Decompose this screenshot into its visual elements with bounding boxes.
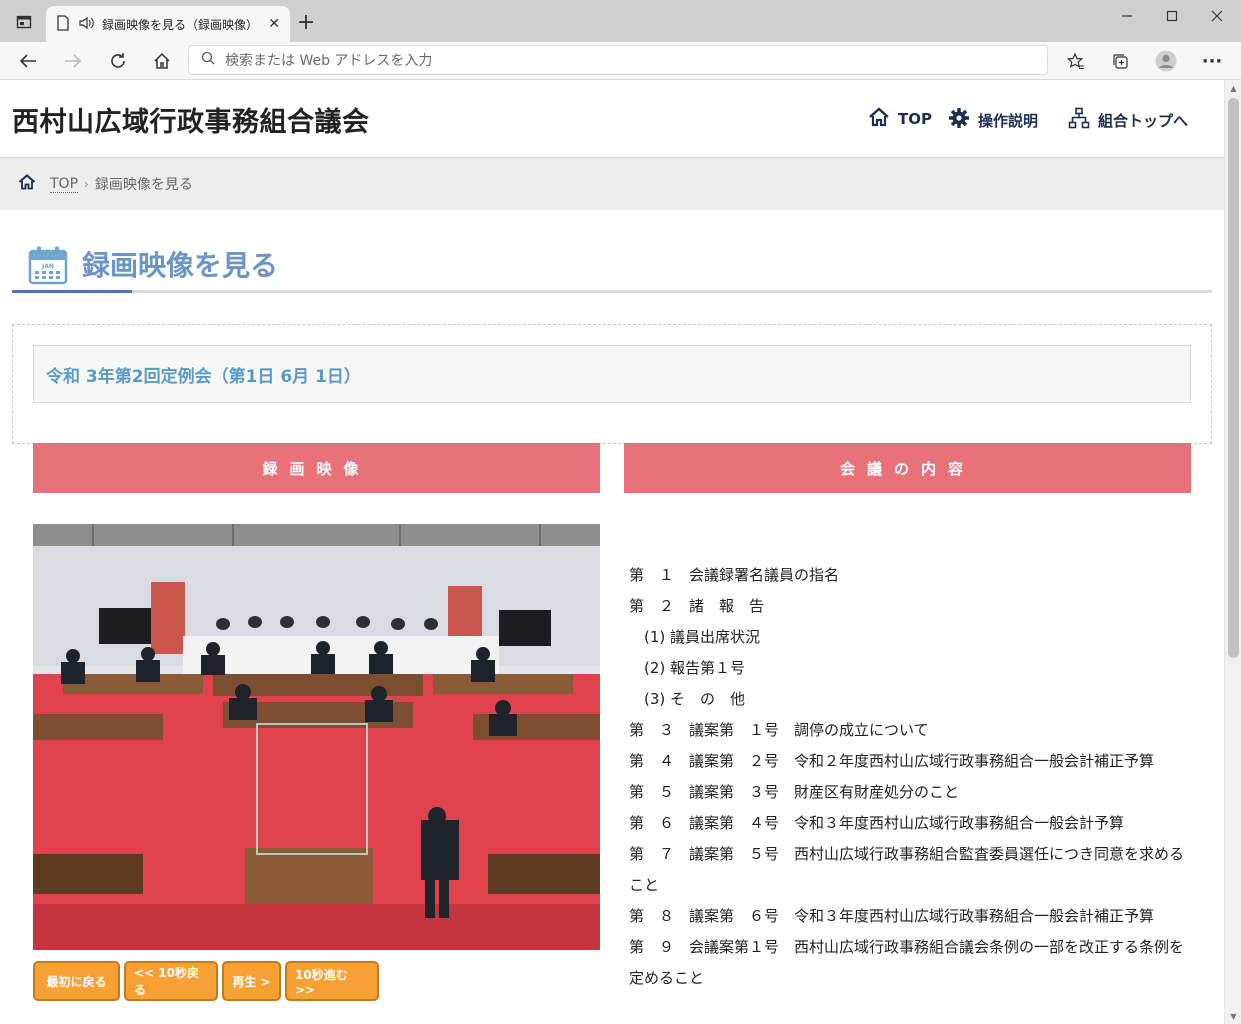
- agenda-item[interactable]: 第 ８ 議案第 ６号 令和３年度西村山広域行政事務組合一般会計補正予算: [629, 901, 1189, 932]
- page-file-icon: [56, 14, 70, 34]
- agenda-item[interactable]: 第 ２ 諸 報 告: [629, 591, 1189, 622]
- forward-arrow-icon[interactable]: [61, 50, 85, 72]
- gear-icon: [948, 107, 970, 133]
- scroll-down-icon[interactable]: ▼: [1225, 1008, 1241, 1024]
- back-10s-button[interactable]: << 10秒戻る: [124, 961, 218, 1001]
- agenda-item[interactable]: (3) そ の 他: [629, 684, 1189, 715]
- sitemap-icon: [1068, 107, 1090, 133]
- nav-top-label: TOP: [898, 110, 932, 128]
- breadcrumb-separator-icon: ›: [84, 177, 89, 191]
- site-title: 西村山広域行政事務組合議会: [12, 107, 370, 138]
- vertical-scrollbar[interactable]: ▲ ▼: [1224, 80, 1241, 1024]
- maximize-icon[interactable]: [1160, 6, 1184, 26]
- agenda-item[interactable]: 第 １ 会議録署名議員の指名: [629, 560, 1189, 591]
- web-page: 西村山広域行政事務組合議会 TOP 操作説明 組合トップへ TOP › 録画映像…: [0, 80, 1224, 1024]
- breadcrumb-top-link[interactable]: TOP: [50, 176, 79, 193]
- breadcrumb: TOP › 録画映像を見る: [0, 158, 1224, 210]
- scroll-up-icon[interactable]: ▲: [1225, 80, 1241, 96]
- nav-union-top-link[interactable]: 組合トップへ: [1068, 107, 1188, 133]
- home-icon[interactable]: [150, 50, 174, 72]
- assembly-hall-video-frame: [33, 524, 600, 950]
- favorites-star-icon[interactable]: [1064, 50, 1088, 72]
- minimize-icon[interactable]: [1115, 6, 1139, 26]
- heading-underline-accent: [12, 290, 132, 293]
- nav-help-link[interactable]: 操作説明: [948, 107, 1038, 133]
- video-section-header: 録画映像: [33, 443, 600, 493]
- forward-10s-button[interactable]: 10秒進む >>: [285, 961, 379, 1001]
- meeting-box: 令和 3年第2回定例会（第1日 6月 1日）: [12, 324, 1212, 444]
- meeting-title: 令和 3年第2回定例会（第1日 6月 1日）: [33, 345, 1191, 403]
- home-icon: [868, 107, 890, 131]
- browser-toolbar: 検索または Web アドレスを入力 ···: [0, 42, 1241, 80]
- calendar-label: JAN: [41, 263, 54, 270]
- nav-union-top-label: 組合トップへ: [1098, 111, 1189, 130]
- play-button[interactable]: 再生 >: [222, 961, 281, 1001]
- page-heading: JAN 録画映像を見る: [12, 236, 1212, 296]
- tab-actions-icon[interactable]: [14, 12, 34, 32]
- agenda-item[interactable]: 第 ４ 議案第 ２号 令和２年度西村山広域行政事務組合一般会計補正予算: [629, 746, 1189, 777]
- address-placeholder: 検索または Web アドレスを入力: [225, 53, 433, 69]
- nav-help-label: 操作説明: [978, 111, 1039, 130]
- video-player[interactable]: [33, 524, 600, 950]
- agenda-list: 第 １ 会議録署名議員の指名 第 ２ 諸 報 告 (1) 議員出席状況 (2) …: [629, 560, 1189, 994]
- back-arrow-icon[interactable]: [16, 50, 40, 72]
- new-tab-icon[interactable]: +: [296, 10, 316, 35]
- breadcrumb-current: 録画映像を見る: [94, 177, 193, 193]
- collections-icon[interactable]: [1108, 50, 1132, 72]
- close-tab-icon[interactable]: ✕: [268, 16, 280, 32]
- agenda-item[interactable]: 第 ５ 議案第 ３号 財産区有財産処分のこと: [629, 777, 1189, 808]
- nav-top-link[interactable]: TOP: [868, 107, 932, 131]
- restart-button[interactable]: 最初に戻る: [33, 961, 120, 1001]
- heading-underline: [12, 290, 1212, 293]
- tab-title: 録画映像を見る（録画映像）: [102, 17, 259, 32]
- agenda-item[interactable]: (1) 議員出席状況: [629, 622, 1189, 653]
- page-title: 録画映像を見る: [82, 249, 279, 282]
- agenda-item[interactable]: 第 ６ 議案第 ４号 令和３年度西村山広域行政事務組合一般会計予算: [629, 808, 1189, 839]
- content-section-header: 会議の内容: [624, 443, 1191, 493]
- close-window-icon[interactable]: [1205, 6, 1229, 26]
- site-header: 西村山広域行政事務組合議会 TOP 操作説明 組合トップへ: [0, 80, 1224, 158]
- address-bar[interactable]: 検索または Web アドレスを入力: [188, 45, 1048, 75]
- calendar-icon: JAN: [28, 245, 68, 289]
- reload-icon[interactable]: [106, 50, 130, 72]
- agenda-item[interactable]: 第 ３ 議案第 １号 調停の成立について: [629, 715, 1189, 746]
- agenda-item[interactable]: (2) 報告第１号: [629, 653, 1189, 684]
- browser-tab-bar: 録画映像を見る（録画映像） ✕ +: [0, 0, 1241, 42]
- agenda-item[interactable]: 第 ９ 会議案第１号 西村山広域行政事務組合議会条例の一部を改正する条例を定める…: [629, 932, 1189, 994]
- speaker-icon[interactable]: [78, 16, 94, 33]
- scrollbar-thumb[interactable]: [1228, 98, 1239, 658]
- more-menu-icon[interactable]: ···: [1200, 50, 1224, 72]
- search-icon: [201, 51, 215, 69]
- video-controls: 最初に戻る << 10秒戻る 再生 > 10秒進む >>: [33, 961, 379, 1001]
- browser-tab[interactable]: 録画映像を見る（録画映像） ✕: [46, 6, 290, 42]
- profile-avatar-icon[interactable]: [1154, 49, 1178, 73]
- breadcrumb-home-icon[interactable]: [18, 174, 36, 194]
- agenda-item[interactable]: 第 ７ 議案第 ５号 西村山広域行政事務組合監査委員選任につき同意を求めること: [629, 839, 1189, 901]
